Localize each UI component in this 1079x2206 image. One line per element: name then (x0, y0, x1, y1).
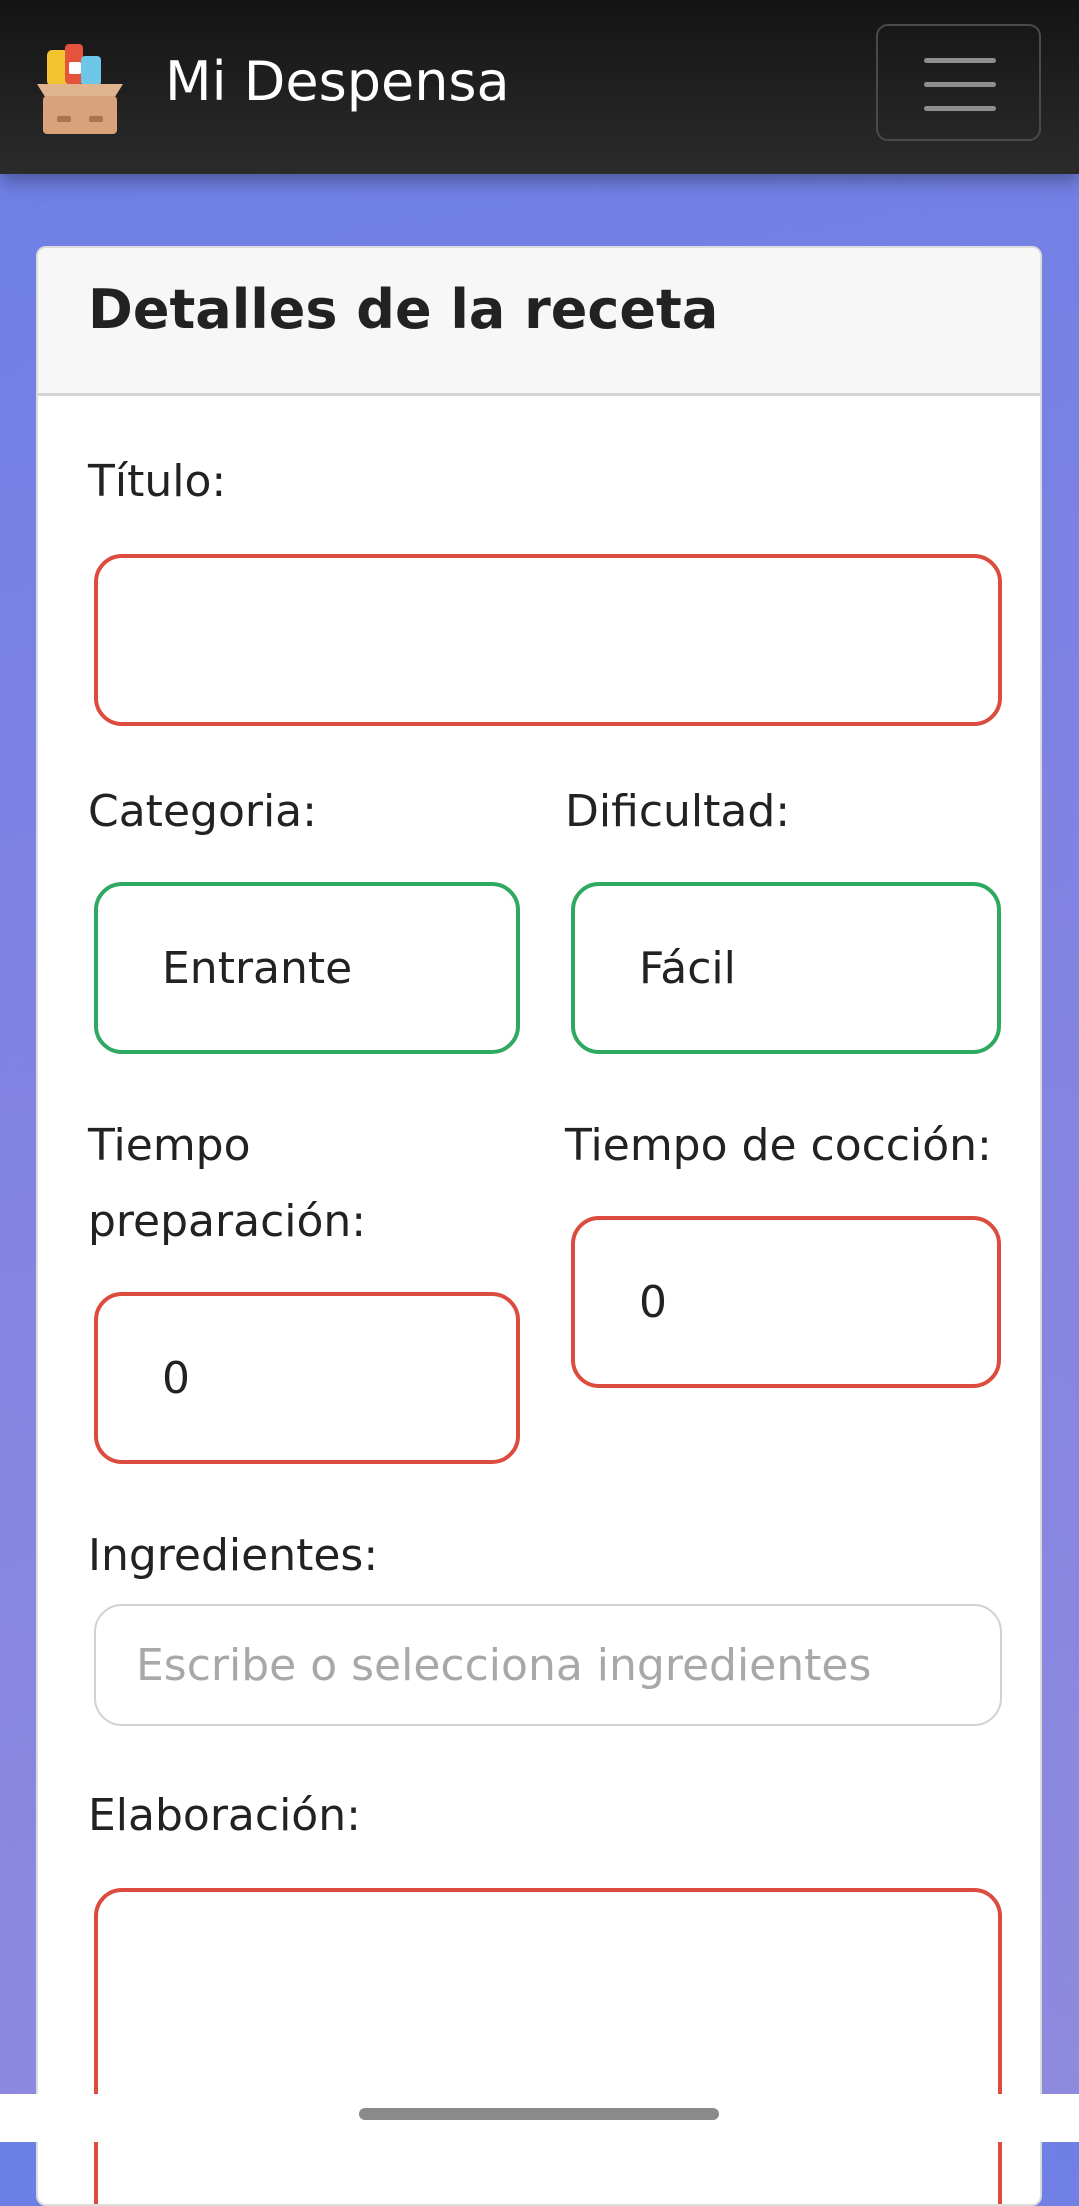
pantry-box-icon[interactable] (33, 40, 127, 138)
card-header: Detalles de la receta (38, 248, 1040, 396)
card-title: Detalles de la receta (88, 278, 719, 341)
ingredientes-input[interactable]: Escribe o selecciona ingredientes (94, 1604, 1002, 1726)
tiempo-preparacion-input[interactable]: 0 (94, 1292, 520, 1464)
top-navbar: Mi Despensa (0, 0, 1079, 174)
hamburger-line (924, 106, 996, 111)
ingredientes-label: Ingredientes: (88, 1530, 379, 1581)
recipe-details-card: Detalles de la receta Título: Categoria:… (36, 246, 1042, 2206)
hamburger-menu-icon (924, 58, 996, 63)
categoria-label: Categoria: (88, 786, 317, 837)
titulo-label: Título: (88, 456, 227, 507)
elaboracion-textarea[interactable] (94, 1888, 1002, 2204)
menu-toggle-button[interactable] (876, 24, 1041, 141)
app-title[interactable]: Mi Despensa (165, 52, 510, 112)
tiempo-coccion-label: Tiempo de cocción: (565, 1120, 992, 1171)
dificultad-label: Dificultad: (565, 786, 791, 837)
elaboracion-label: Elaboración: (88, 1790, 361, 1841)
categoria-select[interactable]: Entrante (94, 882, 520, 1054)
tiempo-preparacion-label-line1: Tiempo (88, 1120, 251, 1171)
home-indicator[interactable] (359, 2108, 719, 2120)
hamburger-line (924, 82, 996, 87)
tiempo-preparacion-label-line2: preparación: (88, 1196, 367, 1247)
dificultad-select[interactable]: Fácil (571, 882, 1001, 1054)
titulo-input[interactable] (94, 554, 1002, 726)
tiempo-coccion-input[interactable]: 0 (571, 1216, 1001, 1388)
